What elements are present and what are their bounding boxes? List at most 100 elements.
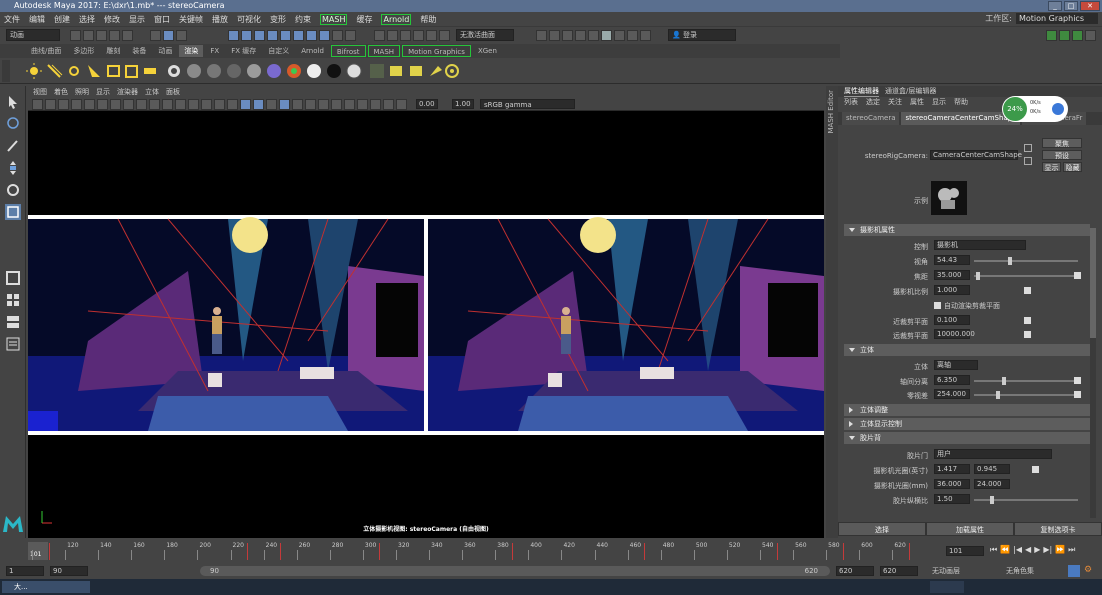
camera-scale-map-icon[interactable] (1024, 287, 1031, 294)
shelf-tab-animation[interactable]: 动画 (153, 45, 177, 57)
render-region-icon[interactable] (536, 30, 547, 41)
vp-lights-icon[interactable] (266, 99, 277, 110)
pick-misc-icon[interactable] (319, 30, 330, 41)
interaxial-field[interactable]: 6.350 (934, 375, 970, 385)
menu-display[interactable]: 显示 (129, 14, 145, 25)
step-back-key-icon[interactable]: ⏪ (1000, 545, 1010, 555)
start-time-field[interactable]: 1 (6, 566, 44, 576)
pick-dynamic-icon[interactable] (293, 30, 304, 41)
gamma-field[interactable]: 1.00 (452, 99, 474, 109)
shelf-tab-polygons[interactable]: 多边形 (68, 45, 99, 57)
stereo-viewport[interactable]: 立体摄影机视图: stereoCamera (自由视图) (28, 111, 824, 538)
keyframe-marker[interactable] (48, 543, 50, 560)
vp-xray-icon[interactable] (357, 99, 368, 110)
vp-menu-panels[interactable]: 面板 (166, 86, 180, 98)
lasso-tool-icon[interactable] (5, 116, 21, 132)
tab-attribute-editor[interactable]: 属性编辑器 (844, 86, 879, 97)
shelf-tab-fx[interactable]: FX (205, 45, 224, 57)
menu-cache[interactable]: 缓存 (356, 14, 372, 25)
vp-smooth-shade-icon[interactable] (214, 99, 225, 110)
hypershade-icon[interactable] (588, 30, 599, 41)
toggle-modeling-toolkit-icon[interactable] (1046, 30, 1057, 41)
step-forward-frame-icon[interactable]: ▶| (1043, 545, 1052, 555)
shelf-tab-arnold[interactable]: Arnold (296, 45, 329, 57)
vp-film-gate-icon[interactable] (123, 99, 134, 110)
single-pane-layout-icon[interactable] (5, 270, 21, 286)
presets-button[interactable]: 预设 (1042, 150, 1082, 160)
vp-shadows-icon[interactable] (279, 99, 290, 110)
two-pane-layout-icon[interactable] (5, 314, 21, 330)
menu-select[interactable]: 选择 (79, 14, 95, 25)
menu-modify[interactable]: 修改 (104, 14, 120, 25)
snap-curve-icon[interactable] (387, 30, 398, 41)
lock-icon[interactable] (332, 30, 343, 41)
menu-file[interactable]: 文件 (4, 14, 20, 25)
node-tab-stereocamera[interactable]: stereoCamera (842, 112, 900, 125)
section-stereo[interactable]: 立体 (844, 344, 1090, 356)
magnet-icon[interactable] (439, 30, 450, 41)
vp-safe-title-icon[interactable] (188, 99, 199, 110)
time-ruler[interactable]: 101 120 140 160 180 200 220 240 260 280 300 320 340… (28, 540, 938, 562)
far-clip-map-icon[interactable] (1024, 331, 1031, 338)
shelf-tab-custom[interactable]: 自定义 (263, 45, 294, 57)
vp-menu-renderer[interactable]: 渲染器 (117, 86, 138, 98)
keyframe-marker[interactable] (776, 543, 778, 560)
go-to-start-icon[interactable]: ⏮ (990, 545, 997, 555)
focal-length-field[interactable]: 35.000 (934, 270, 970, 280)
pick-deform-icon[interactable] (280, 30, 291, 41)
menu-arnold[interactable]: Arnold (381, 13, 412, 25)
menu-mash[interactable]: MASH (320, 13, 348, 25)
ae-menu-help[interactable]: 帮助 (954, 97, 968, 108)
shelf-tab-rigging[interactable]: 装备 (127, 45, 151, 57)
auto-key-icon[interactable] (1068, 565, 1080, 577)
maximize-button[interactable]: □ (1064, 1, 1078, 11)
shelf-tab-xgen[interactable]: XGen (473, 45, 502, 57)
vp-select-camera-icon[interactable] (32, 99, 43, 110)
exposure-field[interactable]: 0.00 (416, 99, 438, 109)
vp-wireframe-on-shaded-icon[interactable] (240, 99, 251, 110)
tab-channel-box[interactable]: 通道盒/层编辑器 (885, 86, 936, 97)
snap-surface-icon[interactable] (426, 30, 437, 41)
scale-tool-icon[interactable] (5, 204, 21, 220)
section-film-back[interactable]: 胶片背 (844, 432, 1090, 444)
vp-gate-mask-icon[interactable] (149, 99, 160, 110)
vp-ssao-icon[interactable] (292, 99, 303, 110)
ae-menu-list[interactable]: 列表 (844, 97, 858, 108)
ae-menu-attributes[interactable]: 属性 (910, 97, 924, 108)
pick-curve-icon[interactable] (254, 30, 265, 41)
arnold-render-icon[interactable] (640, 30, 651, 41)
pick-render-icon[interactable] (306, 30, 317, 41)
snap-point-icon[interactable] (400, 30, 411, 41)
pick-surface-icon[interactable] (267, 30, 278, 41)
play-backward-icon[interactable]: ◀ (1025, 545, 1031, 555)
mash-editor-strip[interactable]: MASH Editor (826, 86, 838, 538)
taskbar-item[interactable]: 大... (2, 581, 90, 593)
ae-menu-show[interactable]: 显示 (932, 97, 946, 108)
section-stereo-adjust[interactable]: 立体调整 (844, 404, 1090, 416)
shelf-tab-mash[interactable]: MASH (367, 45, 401, 57)
vp-menu-show[interactable]: 显示 (96, 86, 110, 98)
interaxial-map-icon[interactable] (1074, 377, 1081, 384)
menu-edit[interactable]: 编辑 (29, 14, 45, 25)
colorspace-dropdown[interactable]: sRGB gamma (480, 99, 575, 109)
camera-scale-field[interactable]: 1.000 (934, 285, 970, 295)
film-gate-dropdown[interactable]: 用户 (934, 449, 1052, 459)
zero-parallax-slider[interactable] (974, 391, 1078, 399)
far-clip-field[interactable]: 10000.000 (934, 329, 975, 339)
vp-wireframe-icon[interactable] (201, 99, 212, 110)
vp-exposure-icon[interactable] (396, 99, 407, 110)
shelf-tab-fx-cache[interactable]: FX 缓存 (226, 45, 261, 57)
hide-button[interactable]: 隐藏 (1063, 162, 1082, 172)
highlight-icon[interactable] (345, 30, 356, 41)
vp-xray-joints-icon[interactable] (370, 99, 381, 110)
vp-lock-camera-icon[interactable] (45, 99, 56, 110)
ae-menu-focus[interactable]: 关注 (888, 97, 902, 108)
toggle-tool-settings-icon[interactable] (1072, 30, 1083, 41)
close-button[interactable]: ✕ (1080, 1, 1100, 11)
near-clip-field[interactable]: 0.100 (934, 315, 970, 325)
outliner-layout-icon[interactable] (5, 336, 21, 352)
angle-of-view-field[interactable]: 54.43 (934, 255, 970, 265)
menu-deform[interactable]: 变形 (270, 14, 286, 25)
go-to-output-icon[interactable] (1024, 157, 1032, 165)
live-surface-field[interactable]: 无激活曲面 (456, 29, 514, 41)
